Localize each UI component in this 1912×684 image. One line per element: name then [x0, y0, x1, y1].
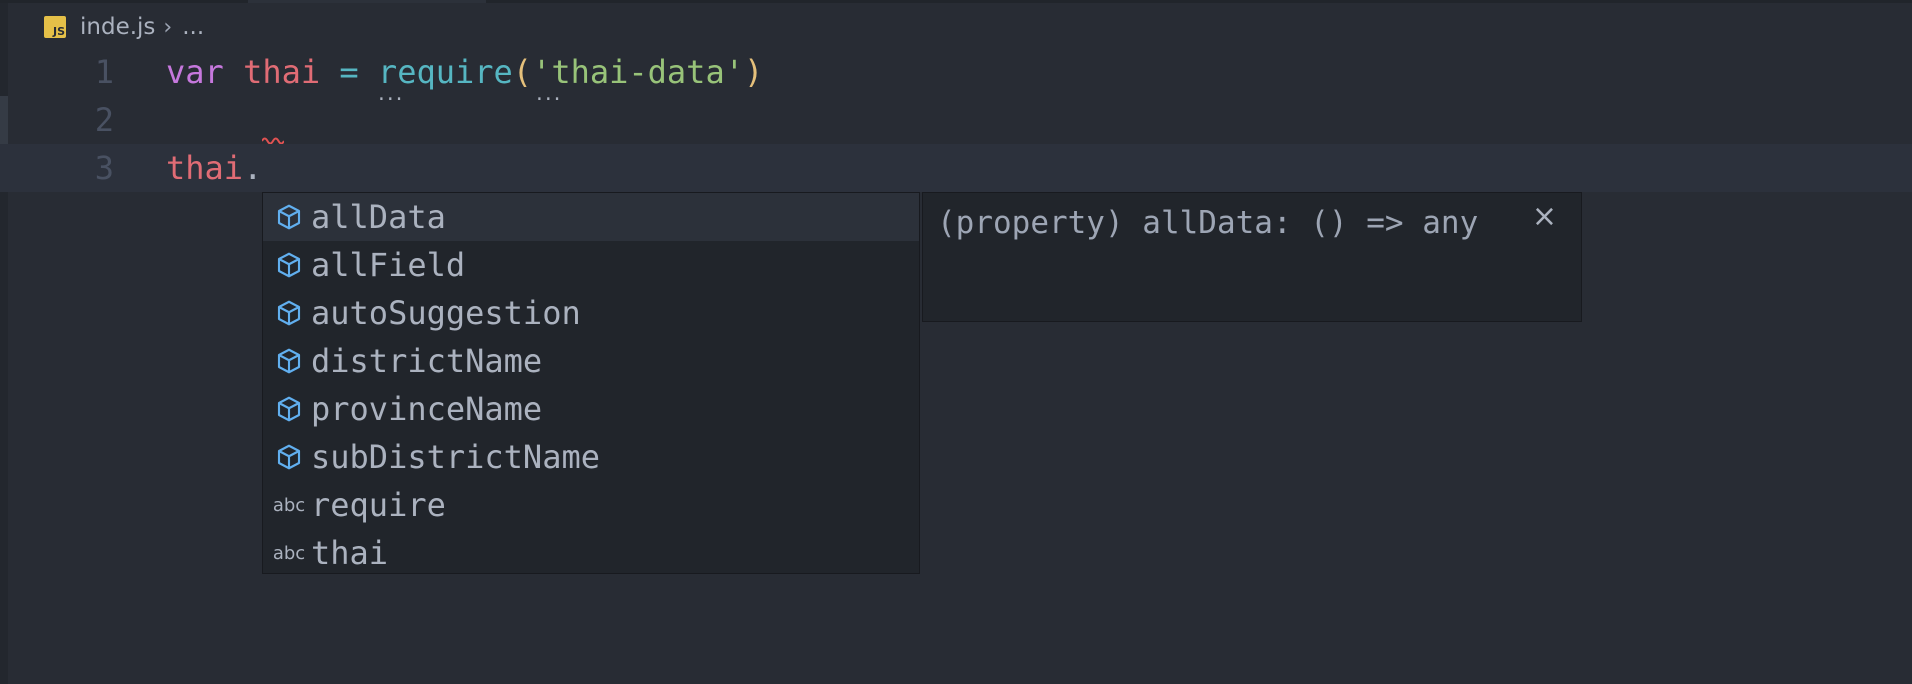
suggest-item-label: provinceName: [311, 390, 543, 428]
suggest-item-label: require: [311, 486, 446, 524]
suggest-widget[interactable]: allData allField autoSuggestion districtNam…: [262, 192, 920, 574]
code-line-3[interactable]: 3 thai.: [0, 144, 1912, 192]
property-cube-icon: [269, 346, 309, 376]
close-icon[interactable]: ×: [1532, 199, 1557, 234]
code-line-1[interactable]: 1 var thai = require('thai-data') ... ..…: [0, 48, 1912, 105]
details-signature: (property) allData: () => any: [937, 205, 1479, 241]
property-cube-icon: [269, 250, 309, 280]
line-number: 3: [94, 149, 114, 187]
suggest-details: (property) allData: () => any ×: [922, 192, 1582, 322]
suggest-item-alldata[interactable]: allData: [263, 193, 919, 241]
code-text[interactable]: var thai = require('thai-data'): [166, 53, 763, 91]
breadcrumb-filename[interactable]: inde.js: [80, 14, 155, 40]
paren-token: (: [512, 53, 533, 91]
suggest-item-thai[interactable]: abc thai: [263, 529, 919, 577]
suggest-item-subdistrictname[interactable]: subDistrictName: [263, 433, 919, 481]
suggest-item-allfield[interactable]: allField: [263, 241, 919, 289]
property-cube-icon: [269, 394, 309, 424]
line-number: 1: [94, 53, 114, 91]
property-cube-icon: [269, 202, 309, 232]
property-cube-icon: [269, 298, 309, 328]
suggest-item-label: thai: [311, 534, 389, 572]
code-text[interactable]: thai.: [166, 149, 262, 187]
suggest-item-label: allField: [311, 246, 466, 284]
code-line-2[interactable]: 2: [0, 96, 1912, 144]
breadcrumb-more[interactable]: ...: [182, 14, 204, 40]
variable-token: thai: [243, 53, 321, 91]
javascript-file-icon: JS: [44, 16, 66, 38]
chevron-right-icon: ›: [163, 14, 173, 40]
error-squiggle: [262, 137, 284, 144]
keyword-token: var: [166, 53, 224, 91]
suggest-item-provincename[interactable]: provinceName: [263, 385, 919, 433]
suggest-item-label: autoSuggestion: [311, 294, 581, 332]
suggest-item-districtname[interactable]: districtName: [263, 337, 919, 385]
property-cube-icon: [269, 442, 309, 472]
string-token: 'thai-data': [532, 53, 744, 91]
text-abc-icon: abc: [272, 494, 306, 516]
text-abc-icon: abc: [272, 542, 306, 564]
operator-token: =: [339, 53, 359, 91]
active-tab-indicator: [248, 0, 486, 3]
top-border: [0, 0, 1912, 3]
breadcrumb: JS inde.js › ...: [44, 12, 204, 42]
gutter-highlight: [0, 96, 8, 144]
suggest-item-require[interactable]: abc require: [263, 481, 919, 529]
variable-token: thai: [166, 149, 244, 187]
paren-token: ): [743, 53, 764, 91]
suggest-item-label: subDistrictName: [311, 438, 600, 476]
code-editor[interactable]: 1 var thai = require('thai-data') ... ..…: [0, 48, 1912, 198]
suggest-item-label: districtName: [311, 342, 543, 380]
dot-token: .: [243, 149, 263, 187]
suggest-item-label: allData: [311, 198, 446, 236]
suggest-item-autosuggestion[interactable]: autoSuggestion: [263, 289, 919, 337]
line-number: 2: [94, 101, 114, 139]
